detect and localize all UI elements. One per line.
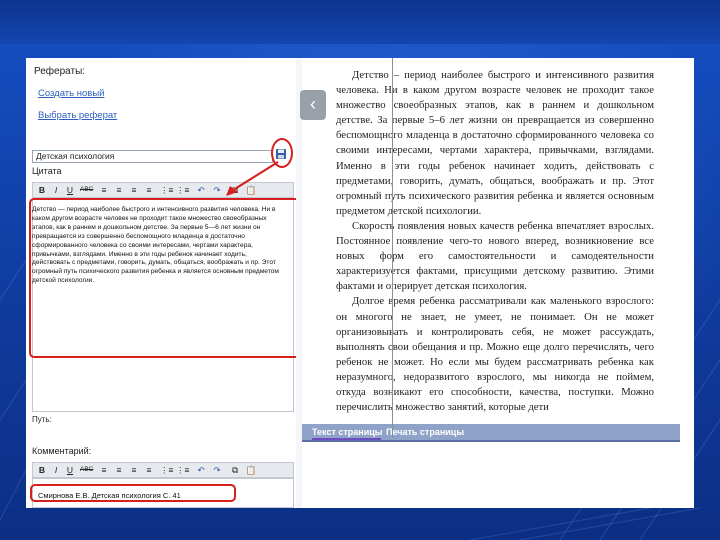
underline-button[interactable]: U bbox=[64, 184, 76, 196]
topic-input[interactable]: Детская психология bbox=[32, 150, 273, 163]
copy-icon[interactable]: ⧉ bbox=[229, 184, 241, 196]
comment-bold-button[interactable]: B bbox=[36, 464, 48, 476]
comment-label: Комментарий: bbox=[32, 446, 92, 456]
paragraph: Долгое время ребенка рассматривали как м… bbox=[336, 295, 654, 414]
comment-numbered-list-button[interactable]: ⋮≡ bbox=[160, 464, 173, 476]
align-center-button[interactable]: ≡ bbox=[113, 184, 125, 196]
page-edge bbox=[392, 58, 393, 438]
italic-button[interactable]: I bbox=[50, 184, 62, 196]
comment-copy-icon[interactable]: ⧉ bbox=[229, 464, 241, 476]
tab-print-page[interactable]: Печать страницы bbox=[386, 424, 464, 440]
comment-highlight bbox=[30, 484, 236, 502]
previous-page-button[interactable]: ‹ bbox=[300, 90, 326, 120]
comment-toolbar: B I U ABC ≡ ≡ ≡ ≡ ⋮≡ ⋮≡ ↶ ↷ ⧉ 📋 bbox=[32, 462, 294, 478]
comment-undo-icon[interactable]: ↶ bbox=[195, 464, 207, 476]
paragraph: Скорость появления новых качеств ребенка… bbox=[336, 219, 654, 293]
comment-italic-button[interactable]: I bbox=[50, 464, 62, 476]
comment-align-center-button[interactable]: ≡ bbox=[113, 464, 125, 476]
paragraph: Детство – период наиболее быстрого и инт… bbox=[336, 69, 654, 217]
comment-align-left-button[interactable]: ≡ bbox=[98, 464, 110, 476]
path-label: Путь: bbox=[32, 415, 52, 424]
top-band bbox=[0, 0, 720, 44]
comment-underline-button[interactable]: U bbox=[64, 464, 76, 476]
strikethrough-button[interactable]: ABC bbox=[80, 184, 93, 196]
abstracts-heading: Рефераты: bbox=[34, 66, 86, 77]
book-page: Детство – период наиболее быстрого и инт… bbox=[302, 58, 680, 425]
bulleted-list-button[interactable]: ⋮≡ bbox=[176, 184, 189, 196]
page-tabs: Текст страницы Печать страницы bbox=[302, 424, 680, 440]
book-page-text: Детство – период наиболее быстрого и инт… bbox=[336, 68, 654, 415]
paste-icon[interactable]: 📋 bbox=[245, 184, 257, 196]
align-left-button[interactable]: ≡ bbox=[98, 184, 110, 196]
numbered-list-button[interactable]: ⋮≡ bbox=[160, 184, 173, 196]
undo-icon[interactable]: ↶ bbox=[195, 184, 207, 196]
tabs-border bbox=[302, 440, 680, 442]
comment-paste-icon[interactable]: 📋 bbox=[245, 464, 257, 476]
abstract-editor-panel: Рефераты: Создать новый Выбрать реферат … bbox=[26, 58, 313, 508]
bold-button[interactable]: B bbox=[36, 184, 48, 196]
redo-icon[interactable]: ↷ bbox=[211, 184, 223, 196]
select-abstract-link[interactable]: Выбрать реферат bbox=[38, 110, 117, 121]
align-right-button[interactable]: ≡ bbox=[128, 184, 140, 196]
quote-label: Цитата bbox=[32, 166, 62, 176]
quote-toolbar: B I U ABC ≡ ≡ ≡ ≡ ⋮≡ ⋮≡ ↶ ↷ ⧉ 📋 bbox=[32, 182, 294, 198]
comment-redo-icon[interactable]: ↷ bbox=[211, 464, 223, 476]
comment-justify-button[interactable]: ≡ bbox=[143, 464, 155, 476]
comment-align-right-button[interactable]: ≡ bbox=[128, 464, 140, 476]
comment-bulleted-list-button[interactable]: ⋮≡ bbox=[176, 464, 189, 476]
create-new-link[interactable]: Создать новый bbox=[38, 88, 104, 99]
justify-button[interactable]: ≡ bbox=[143, 184, 155, 196]
comment-strikethrough-button[interactable]: ABC bbox=[80, 464, 93, 476]
book-viewer: Детство – период наиболее быстрого и инт… bbox=[302, 58, 694, 508]
save-highlight bbox=[271, 138, 293, 168]
quote-highlight bbox=[29, 198, 313, 358]
